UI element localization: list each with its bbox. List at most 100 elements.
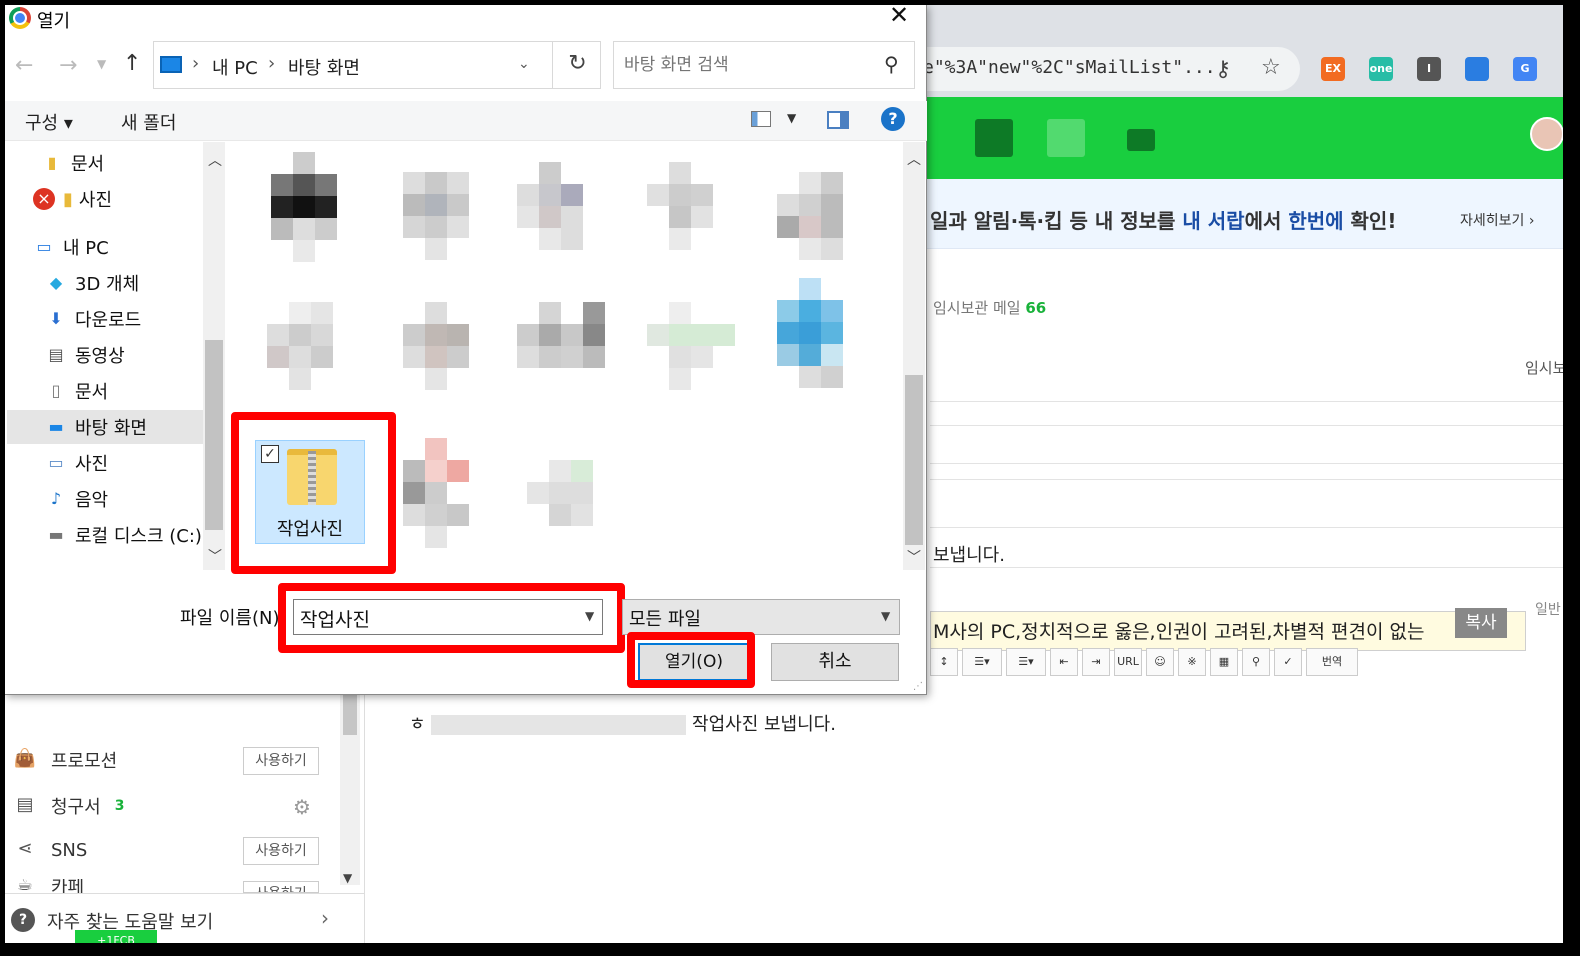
file-thumbnail[interactable] — [647, 302, 739, 412]
sidebar-item-cafe[interactable]: ☕ 카페 — [13, 879, 84, 893]
file-thumbnail[interactable] — [777, 278, 869, 388]
preview-pane-icon[interactable] — [827, 111, 849, 129]
editor-toolbar: ↕ ☰▾ ☰▾ ⇤ ⇥ URL ☺ ※ ▦ ⚲ ✓ 번역 — [930, 645, 1390, 679]
view-options-icon[interactable] — [751, 111, 771, 127]
cancel-button[interactable]: 취소 — [771, 643, 899, 681]
line-height-icon[interactable]: ↕ — [930, 648, 958, 676]
table-icon[interactable]: ▦ — [1210, 648, 1238, 676]
error-icon: × — [33, 188, 55, 210]
nav-label: 사진 — [78, 190, 113, 211]
profile-avatar[interactable] — [1530, 117, 1563, 151]
chevron-down-icon[interactable]: ▼ — [787, 111, 796, 125]
file-thumbnail[interactable] — [403, 438, 495, 548]
scroll-down-arrow[interactable]: ﹀ — [907, 547, 921, 567]
command-bar: 구성 ▾ 새 폴더 ▼ ? — [5, 101, 927, 141]
pc-icon — [160, 56, 182, 73]
sidebar-scroll-thumb[interactable] — [343, 695, 357, 735]
star-icon[interactable]: ☆ — [1261, 55, 1281, 80]
extension-icon[interactable]: one — [1369, 57, 1393, 81]
mail-app-icon[interactable] — [975, 119, 1013, 157]
new-folder-button[interactable]: 새 폴더 — [121, 109, 176, 135]
file-thumbnail[interactable] — [403, 172, 495, 282]
divider — [930, 463, 1563, 464]
scroll-up-arrow[interactable]: ︿ — [208, 150, 222, 170]
highlight-box — [627, 632, 755, 688]
breadcrumb-pc[interactable]: 내 PC — [212, 54, 258, 80]
temp-mail-link[interactable]: 임시보관 메일 66 — [933, 297, 1046, 318]
subject-field[interactable]: 보냅니다. — [933, 541, 1005, 567]
outdent-icon[interactable]: ⇤ — [1050, 648, 1078, 676]
home-icon[interactable] — [1047, 119, 1085, 157]
help-link-row[interactable]: ? 자주 찾는 도움말 보기 › +1FCB — [5, 893, 365, 943]
search-box[interactable]: ⚲ — [613, 41, 915, 89]
use-button[interactable]: 사용하기 — [243, 837, 319, 865]
chevron-down-icon[interactable]: ⌄ — [518, 56, 530, 72]
mail-body-text[interactable]: ㅎ 작업사진 보냅니다. — [409, 710, 836, 736]
gear-icon[interactable]: ⚙ — [293, 795, 311, 819]
bullet-list-icon[interactable]: ☰▾ — [1006, 648, 1046, 676]
dropdown-icon[interactable] — [1127, 129, 1155, 151]
filetype-select[interactable]: 모든 파일 — [622, 599, 900, 635]
file-thumbnail[interactable] — [527, 460, 619, 570]
navigation-pane: ▮ 문서 × ▮ 사진 ▭ 내 PC ◆ 3D 개체 ⬇ 다운로드 ▤ 동영상 ▯ 문서 ▬ 바탕… — [5, 142, 225, 570]
ordered-list-icon[interactable]: ☰▾ — [962, 648, 1002, 676]
url-icon[interactable]: URL — [1114, 648, 1142, 676]
file-thumbnail[interactable] — [517, 302, 609, 412]
help-icon[interactable]: ? — [881, 107, 905, 131]
indent-icon[interactable]: ⇥ — [1082, 648, 1110, 676]
banner-more-link[interactable]: 자세히보기 › — [1460, 210, 1534, 230]
address-breadcrumb[interactable]: › 내 PC › 바탕 화면 ⌄ ↻ — [153, 41, 601, 89]
bill-count: 3 — [114, 798, 125, 814]
sidebar-item-bill[interactable]: ▤ 청구서 3 — [13, 791, 124, 821]
file-thumbnail[interactable] — [267, 302, 359, 412]
extension-icon[interactable] — [1465, 57, 1489, 81]
organize-menu[interactable]: 구성 ▾ — [25, 109, 73, 135]
search-icon[interactable]: ⚲ — [884, 52, 899, 76]
resize-grip-icon[interactable]: ⋰ — [913, 681, 923, 692]
scroll-down-arrow[interactable]: ﹀ — [208, 546, 222, 566]
sidebar-item-promotion[interactable]: 👜 프로모션 — [13, 745, 117, 775]
copy-button[interactable]: 복사 — [1455, 608, 1507, 638]
use-button[interactable]: 사용하기 — [243, 881, 319, 893]
spellcheck-icon[interactable]: ✓ — [1274, 648, 1302, 676]
chevron-down-icon[interactable]: ▼ — [881, 609, 890, 623]
breadcrumb-desktop[interactable]: 바탕 화면 — [288, 54, 360, 80]
recent-locations-icon[interactable]: ▼ — [97, 57, 106, 71]
editor-mode-label[interactable]: 일반 — [1535, 599, 1561, 619]
key-icon[interactable]: ⚷ — [1215, 57, 1231, 82]
extension-icon[interactable]: EX — [1321, 57, 1345, 81]
divider — [930, 425, 1563, 426]
nav-item-photos[interactable]: × ▮ 사진 — [33, 182, 229, 216]
file-thumbnail[interactable] — [777, 172, 869, 282]
nav-item-desktop[interactable]: ▬ 바탕 화면 — [7, 410, 203, 444]
nav-scroll-thumb[interactable] — [205, 340, 223, 530]
emoticon-icon[interactable]: ☺ — [1146, 648, 1174, 676]
file-thumbnail[interactable] — [647, 162, 739, 272]
extension-icon[interactable]: G — [1513, 57, 1537, 81]
scroll-up-arrow[interactable]: ︿ — [907, 149, 921, 169]
temp-save-button[interactable]: 임시보 — [1525, 357, 1563, 378]
screen: e"%3A"new"%2C"sMailList"... ⚷ ☆ 일과 알림·톡·… — [5, 5, 1563, 943]
blurred-text — [431, 715, 687, 735]
sidebar-item-sns[interactable]: ⋖ SNS — [13, 835, 87, 865]
translate-button[interactable]: 번역 — [1306, 648, 1358, 676]
use-button[interactable]: 사용하기 — [243, 747, 319, 775]
nav-item-my-pc[interactable]: ▭ 내 PC — [33, 230, 229, 264]
filename-label: 파일 이름(N): — [180, 608, 286, 629]
up-arrow-icon[interactable]: ↑ — [123, 51, 141, 76]
search-input[interactable] — [624, 52, 874, 78]
address-bar[interactable]: e"%3A"new"%2C"sMailList"... — [885, 47, 1300, 91]
special-char-icon[interactable]: ※ — [1178, 648, 1206, 676]
file-scroll-thumb[interactable] — [905, 375, 923, 545]
share-icon: ⋖ — [17, 838, 33, 859]
file-thumbnail[interactable] — [271, 152, 363, 262]
file-thumbnail[interactable] — [517, 162, 609, 272]
forward-arrow-icon[interactable]: → — [59, 53, 77, 78]
extension-icon[interactable]: I — [1417, 57, 1441, 81]
close-icon[interactable]: ✕ — [889, 5, 909, 29]
back-arrow-icon[interactable]: ← — [15, 53, 33, 78]
search-icon[interactable]: ⚲ — [1242, 648, 1270, 676]
refresh-icon[interactable]: ↻ — [552, 42, 602, 88]
scroll-down-arrow[interactable]: ▼ — [343, 871, 352, 885]
file-thumbnail[interactable] — [403, 302, 495, 412]
